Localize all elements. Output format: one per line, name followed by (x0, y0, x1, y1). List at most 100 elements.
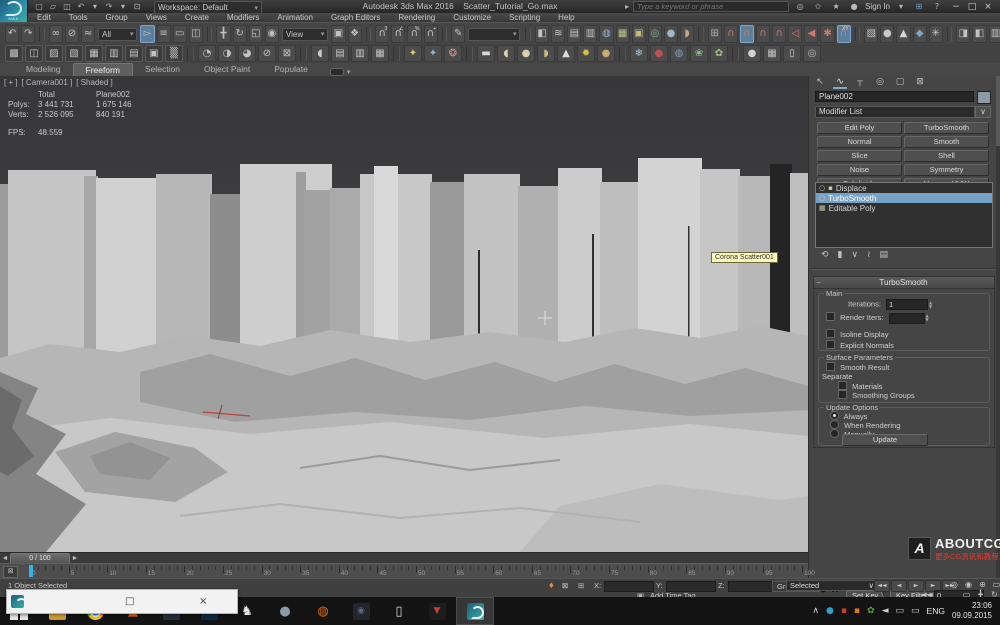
taskbar-app-3dsmax[interactable] (456, 597, 494, 625)
undo-drop-icon[interactable]: ▾ (88, 1, 102, 12)
clock[interactable]: 23:06 09.09.2015 (952, 601, 992, 621)
taskbar-app-orange[interactable]: ◍ (304, 597, 342, 625)
select-and-move-icon[interactable]: ╋ (216, 25, 230, 43)
scene-explorer-toggle-icon[interactable]: ▥ (583, 25, 597, 43)
taskbar-app-phone[interactable]: ▯ (380, 597, 418, 625)
ribbon-tab-populate[interactable]: Populate (262, 63, 320, 76)
selection-filter-dropdown[interactable]: All▾ (98, 28, 137, 41)
mirror-icon[interactable]: ◧ (535, 25, 549, 43)
layer-manager-icon[interactable]: ▤ (567, 25, 581, 43)
percent-snap-icon[interactable]: ∩% (407, 25, 421, 43)
menu-edit[interactable]: Edit (28, 13, 60, 22)
object-color-swatch[interactable] (977, 91, 991, 104)
modifier-button-edit-poly[interactable]: Edit Poly (817, 122, 902, 134)
named-sets-dropdown[interactable]: ▾ (468, 28, 520, 41)
volume-icon[interactable]: ◄ (882, 606, 889, 616)
state-set-c-icon[interactable]: ▥ (989, 25, 1000, 43)
update-button[interactable]: Update (842, 434, 928, 446)
ribbon-tab-freeform[interactable]: Freeform (73, 63, 133, 76)
sign-in-link[interactable]: Sign In (865, 2, 890, 11)
bind-to-spacewarp-icon[interactable]: ≈ (81, 25, 95, 43)
viewport-camera-menu[interactable]: [ Camera001 ] (22, 78, 73, 87)
window-crossing-icon[interactable]: ◫ (189, 25, 203, 43)
snap-grid-icon[interactable]: ⊞ (708, 25, 722, 43)
matball-icon[interactable]: ● (743, 45, 761, 62)
camera-viewport[interactable]: [ + ] [ Camera001 ] [ Shaded ] TotalPlan… (0, 76, 808, 552)
snap-midpoint-icon[interactable]: ∩ (740, 25, 754, 43)
smooth-result-checkbox[interactable] (826, 362, 835, 371)
smoothing-groups-checkbox[interactable] (838, 390, 847, 399)
prim-teapot-icon[interactable]: ◗ (537, 45, 555, 62)
network-icon[interactable]: ▭ (896, 606, 905, 616)
action-center-icon[interactable]: ▭ (911, 606, 920, 616)
stack-item-turbosmooth[interactable]: ○TurboSmooth (816, 193, 992, 203)
app-logo-icon[interactable]: MAX (0, 0, 28, 22)
stack-item-displace[interactable]: ○▪Displace (816, 183, 992, 193)
menu-scripting[interactable]: Scripting (500, 13, 549, 22)
snap-vertex-icon[interactable]: ∩ (724, 25, 738, 43)
undo-qat-icon[interactable]: ↶ (74, 1, 88, 12)
peek-maximize-icon[interactable]: □ (125, 596, 134, 607)
modifier-button-turbosmooth[interactable]: TurboSmooth (904, 122, 989, 134)
when-rendering-radio[interactable] (830, 420, 839, 429)
save-file-icon[interactable]: ◫ (60, 1, 74, 12)
rect-selection-region-icon[interactable]: ▭ (173, 25, 187, 43)
graphite-paint-icon[interactable]: ▤ (125, 45, 143, 62)
undo-icon[interactable]: ↶ (5, 25, 19, 43)
object-name-field[interactable]: Plane002 (815, 91, 974, 102)
grid-a-icon[interactable]: ▤ (331, 45, 349, 62)
tray-app-blue-icon[interactable]: ● (826, 606, 834, 616)
modifier-button-slice[interactable]: Slice (817, 150, 902, 162)
snowflake-icon[interactable]: ❄ (630, 45, 648, 62)
snap-toggle-icon[interactable]: ∩3 (375, 25, 389, 43)
menu-graph-editors[interactable]: Graph Editors (322, 13, 389, 22)
new-scene-icon[interactable]: ▢ (32, 1, 46, 12)
angle-snap-icon[interactable]: ∩∠ (391, 25, 405, 43)
zoom-all-icon[interactable]: ◉ (962, 580, 975, 589)
snap-tangent-icon[interactable]: ◁ (788, 25, 802, 43)
community-icon[interactable]: ✩ (811, 1, 825, 12)
menu-group[interactable]: Group (96, 13, 136, 22)
select-manipulate-icon[interactable]: ❖ (348, 25, 362, 43)
spinner-snap-icon[interactable]: ∩▪ (424, 25, 438, 43)
next-frame-arrow[interactable]: ► (70, 555, 80, 562)
absolute-mode-icon[interactable]: ⊞ (578, 581, 584, 590)
tab-utilities[interactable]: ⊠ (913, 77, 927, 89)
tab-display[interactable]: ▢ (893, 77, 907, 89)
taskbar-app-dark3[interactable]: ▼ (418, 597, 456, 625)
teapot-preview-icon[interactable]: ◖ (311, 45, 329, 62)
menu-modifiers[interactable]: Modifiers (218, 13, 268, 22)
no-ghosting-icon[interactable]: ⊘ (258, 45, 276, 62)
iterations-spinner[interactable]: ▲▼ (929, 301, 932, 309)
ribbon-minimize-control[interactable]: ▾ (330, 68, 351, 76)
graphite-phase-icon[interactable]: ▧ (65, 45, 83, 62)
select-and-link-icon[interactable]: ∞ (49, 25, 63, 43)
tab-hierarchy[interactable]: ┬ (853, 77, 867, 89)
language-indicator[interactable]: ENG (927, 606, 945, 616)
go-start-button[interactable]: ◄◄ (874, 580, 890, 592)
quick-render-icon[interactable]: ● (664, 25, 678, 43)
bulb-icon[interactable]: ○ (819, 184, 825, 192)
snap-edge-icon[interactable]: ∩ (756, 25, 770, 43)
spray-tool-icon[interactable]: ◆ (913, 25, 927, 43)
graphite-checker-icon[interactable]: ▨ (45, 45, 63, 62)
current-frame-marker[interactable] (29, 565, 33, 577)
viewcube-icon[interactable]: ◑ (218, 45, 236, 62)
remove-modifier-icon[interactable]: ≀ (867, 250, 870, 260)
graphite-fr-icon[interactable]: ▦ (85, 45, 103, 62)
light-a-icon[interactable]: ✦ (404, 45, 422, 62)
sun-icon[interactable]: ✹ (577, 45, 595, 62)
select-and-place-icon[interactable]: ◉ (265, 25, 279, 43)
edit-named-sets-icon[interactable]: ✎ (451, 25, 465, 43)
taskbar-app-cloud[interactable]: ● (266, 597, 304, 625)
steering-icon[interactable]: ◕ (238, 45, 256, 62)
render-iters-spinner[interactable]: ▲▼ (926, 314, 929, 322)
panel-scrollbar[interactable] (996, 76, 1000, 578)
always-radio[interactable] (830, 411, 839, 420)
snap-pivot-icon[interactable]: ✱ (820, 25, 834, 43)
make-unique-icon[interactable]: ∨ (852, 250, 859, 260)
tray-app-red-icon[interactable]: ▪ (841, 606, 847, 616)
prev-frame-button[interactable]: ◄ (891, 580, 907, 592)
graphite-xyz-icon[interactable]: ▥ (105, 45, 123, 62)
search-go-icon[interactable]: ◎ (793, 1, 807, 12)
